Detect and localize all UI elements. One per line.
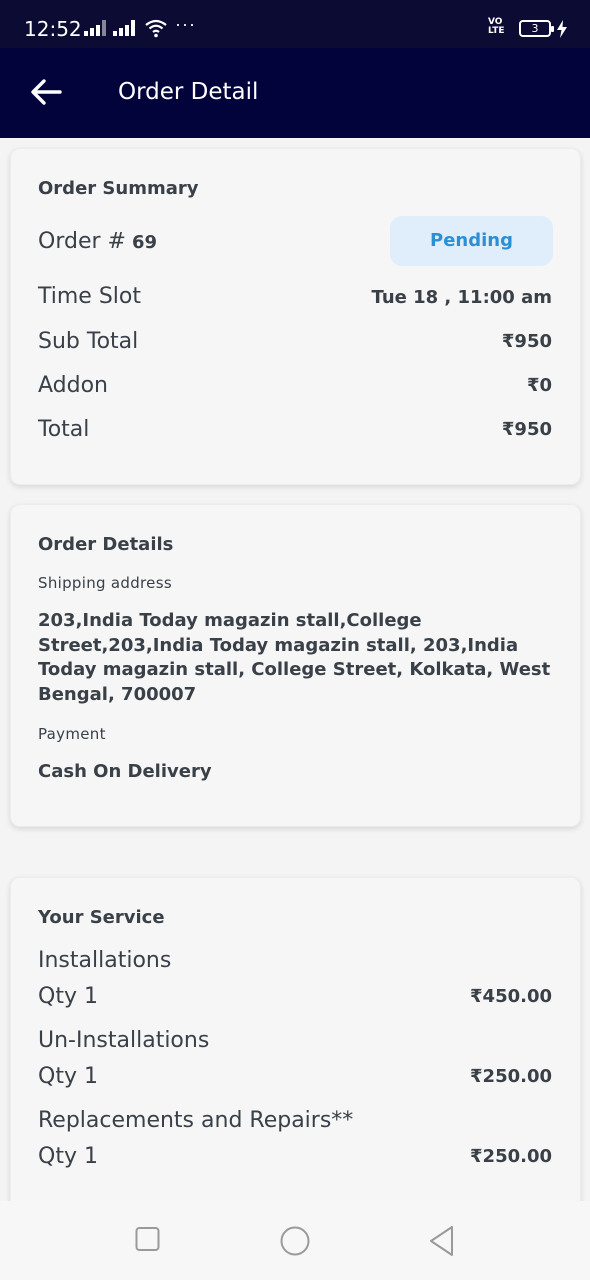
volte-icon: VO LTE (488, 18, 505, 36)
shipping-address-label: Shipping address (38, 574, 172, 592)
order-details-title: Order Details (38, 534, 174, 555)
square-icon[interactable] (134, 1224, 162, 1254)
addon-value: ₹0 (526, 375, 552, 396)
volte-bottom: LTE (488, 26, 505, 36)
battery-level: 3 (531, 22, 539, 35)
signal-icon (113, 20, 135, 36)
service-name: Replacements and Repairs** (38, 1108, 354, 1133)
payment-value: Cash On Delivery (38, 761, 212, 782)
order-summary-card: Order Summary Order #69 Pending Time Slo… (10, 148, 581, 485)
order-summary-title: Order Summary (38, 178, 199, 199)
more-notifications-icon: ··· (175, 14, 196, 34)
payment-label: Payment (38, 725, 106, 743)
order-label: Order # (38, 229, 126, 254)
order-details-card: Order Details Shipping address 203,India… (10, 504, 581, 827)
service-qty: Qty 1 (38, 1064, 98, 1089)
order-number: 69 (131, 232, 158, 253)
your-service-card: Your Service Installations Qty 1 ₹450.00… (10, 877, 581, 1217)
wifi-icon (145, 19, 167, 38)
order-number-row: Order #69 (38, 229, 157, 254)
system-navigation-bar (0, 1201, 590, 1280)
arrow-left-icon[interactable] (28, 76, 64, 108)
circle-icon[interactable] (278, 1224, 312, 1258)
page-title: Order Detail (118, 79, 259, 105)
sub-total-value: ₹950 (501, 331, 552, 352)
service-price: ₹450.00 (470, 986, 552, 1007)
your-service-title: Your Service (38, 907, 165, 928)
triangle-back-icon[interactable] (426, 1224, 458, 1258)
service-price: ₹250.00 (470, 1066, 552, 1087)
service-qty: Qty 1 (38, 984, 98, 1009)
status-time: 12:52 (24, 17, 82, 41)
service-price: ₹250.00 (470, 1146, 552, 1167)
time-slot-label: Time Slot (38, 284, 141, 309)
service-qty: Qty 1 (38, 1144, 98, 1169)
signal-icon (84, 20, 106, 36)
service-name: Installations (38, 948, 172, 973)
time-slot-value: Tue 18 , 11:00 am (371, 287, 552, 308)
shipping-address-value: 203,India Today magazin stall,College St… (38, 610, 551, 705)
service-name: Un-Installations (38, 1028, 210, 1053)
status-bar: 12:52 ··· VO LTE 3 (0, 0, 590, 48)
total-label: Total (38, 417, 90, 442)
charging-icon (557, 20, 567, 38)
status-badge: Pending (390, 216, 553, 266)
app-bar: Order Detail (0, 48, 590, 138)
battery-icon: 3 (519, 20, 554, 37)
total-value: ₹950 (501, 419, 552, 440)
sub-total-label: Sub Total (38, 329, 139, 354)
addon-label: Addon (38, 373, 108, 398)
